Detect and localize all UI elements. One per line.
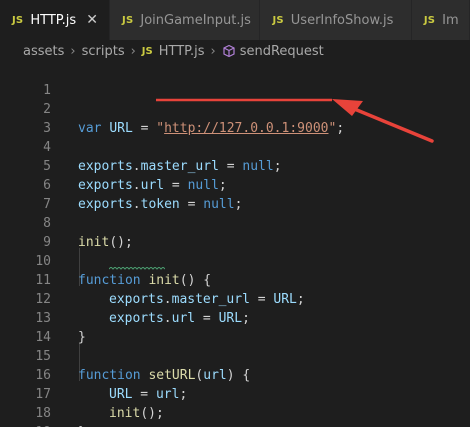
code-line: 19 [0, 404, 470, 427]
code-line: 6 exports.token = null; [0, 157, 470, 212]
js-file-icon: JS [122, 14, 134, 26]
chevron-right-icon: › [210, 43, 216, 59]
tab-label: UserInfoShow.js [290, 12, 394, 28]
tab-bar: JS HTTP.js ✕ JS JoinGameInput.js JS User… [0, 0, 470, 40]
tab-label: JoinGameInput.js [140, 12, 251, 28]
code-line: 11 exports.master_url = URL; [0, 252, 470, 307]
code-line: 13 } [0, 290, 470, 345]
breadcrumb-symbol[interactable]: sendRequest [240, 44, 324, 59]
tab-joingameinput-js[interactable]: JS JoinGameInput.js [110, 0, 261, 40]
tab-userinfoshow-js[interactable]: JS UserInfoShow.js [260, 0, 412, 40]
warning-squiggle [109, 267, 165, 270]
close-icon[interactable]: ✕ [84, 12, 100, 28]
js-file-icon: JS [272, 14, 284, 26]
code-line: 15 function setURL(url) { [0, 328, 470, 383]
code-line: 12 exports.url = URL; [0, 271, 470, 326]
code-line: 7 [0, 176, 470, 212]
js-file-icon: JS [12, 14, 24, 26]
code-line: 17 init(); [0, 366, 470, 421]
tab-im-truncated[interactable]: JS Im [411, 0, 470, 40]
code-line: 5 exports.url = null; [0, 138, 470, 193]
method-cube-icon [222, 44, 236, 58]
code-line: 16 URL = url; [0, 347, 470, 402]
tab-label: HTTP.js [30, 12, 77, 28]
breadcrumb-assets[interactable]: assets [23, 44, 64, 59]
code-line: 1 [0, 62, 470, 98]
breadcrumb-scripts[interactable]: scripts [82, 44, 125, 59]
code-text: }; [78, 423, 94, 427]
line-number: 19 [0, 423, 51, 427]
chevron-right-icon: › [70, 43, 76, 59]
code-editor[interactable]: 1 2 var URL = "http://127.0.0.1:9000"; 3… [0, 62, 470, 427]
code-line: 2 var URL = "http://127.0.0.1:9000"; [0, 81, 470, 136]
code-line: 3 [0, 100, 470, 136]
code-line: 18 }; [0, 385, 470, 427]
code-line: 14 [0, 309, 470, 345]
editor-window: JS HTTP.js ✕ JS JoinGameInput.js JS User… [0, 0, 470, 427]
breadcrumb-file[interactable]: HTTP.js [159, 44, 205, 59]
chevron-right-icon: › [130, 43, 136, 59]
tab-http-js[interactable]: JS HTTP.js ✕ [0, 0, 111, 40]
code-line: 4 exports.master_url = null; [0, 119, 470, 174]
tab-label: Im [442, 12, 459, 28]
js-file-icon: JS [141, 45, 153, 57]
code-line: 9 [0, 214, 470, 250]
code-line: 10 function init() { [0, 233, 470, 288]
js-file-icon: JS [423, 14, 436, 26]
code-line: 8 init(); [0, 195, 470, 250]
breadcrumb: assets › scripts › JS HTTP.js › sendRequ… [0, 40, 470, 62]
